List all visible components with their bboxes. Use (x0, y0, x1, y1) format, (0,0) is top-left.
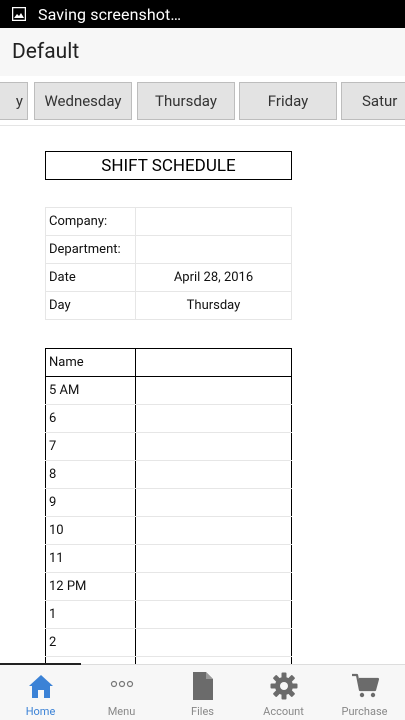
hour-cell[interactable] (135, 488, 292, 517)
hour-cell[interactable] (135, 544, 292, 573)
schedule-title: SHIFT SCHEDULE (45, 151, 292, 180)
table-row: 1 (45, 600, 292, 629)
nav-files[interactable]: Files (162, 665, 243, 720)
bottom-nav: Home Menu Files Account Purchase (0, 663, 405, 720)
status-text: Saving screenshot… (38, 4, 182, 24)
tab-label: Thursday (155, 92, 217, 110)
table-row: 12 PM (45, 572, 292, 601)
table-row: 8 (45, 460, 292, 489)
tab-wednesday[interactable]: Wednesday (34, 82, 132, 120)
status-bar: Saving screenshot… (0, 0, 405, 28)
name-value-header[interactable] (135, 348, 292, 377)
hours-table: Name 5 AM 6 7 8 9 10 11 12 PM 1 2 3 (45, 348, 292, 664)
screenshot-icon (12, 7, 26, 21)
hour-label: 12 PM (45, 572, 136, 601)
table-row: Department: (45, 235, 292, 264)
nav-purchase[interactable]: Purchase (324, 665, 405, 720)
day-value[interactable]: Thursday (135, 291, 292, 320)
hour-cell[interactable] (135, 516, 292, 545)
nav-label: Files (191, 705, 214, 718)
nav-label: Account (263, 705, 304, 718)
schedule-content: SHIFT SCHEDULE Company: Department: Date… (0, 127, 405, 664)
gear-icon (269, 671, 299, 701)
hour-cell[interactable] (135, 628, 292, 657)
company-value[interactable] (135, 207, 292, 236)
nav-label: Home (25, 705, 56, 718)
table-row: Company: (45, 207, 292, 236)
hour-label: 7 (45, 432, 136, 461)
company-label: Company: (45, 207, 136, 236)
nav-label: Menu (107, 705, 136, 718)
date-label: Date (45, 263, 136, 292)
nav-menu[interactable]: Menu (81, 665, 162, 720)
tab-friday[interactable]: Friday (239, 82, 337, 120)
name-header: Name (45, 348, 136, 377)
tab-label: Satur (362, 92, 398, 110)
tab-label: Wednesday (44, 92, 122, 110)
nav-account[interactable]: Account (243, 665, 324, 720)
hour-cell[interactable] (135, 600, 292, 629)
hour-cell[interactable] (135, 460, 292, 489)
hour-cell[interactable] (135, 656, 292, 664)
date-value[interactable]: April 28, 2016 (135, 263, 292, 292)
nav-label: Purchase (341, 705, 388, 718)
day-tabs: y Wednesday Thursday Friday Satur (0, 76, 405, 126)
table-header-row: Name (45, 348, 292, 377)
hour-label: 2 (45, 628, 136, 657)
hour-label: 11 (45, 544, 136, 573)
hour-label: 8 (45, 460, 136, 489)
info-table: Company: Department: Date April 28, 2016… (45, 207, 292, 320)
table-row: 10 (45, 516, 292, 545)
hour-label: 6 (45, 404, 136, 433)
hour-cell[interactable] (135, 572, 292, 601)
day-label: Day (45, 291, 136, 320)
tab-thursday[interactable]: Thursday (137, 82, 235, 120)
table-row: 9 (45, 488, 292, 517)
tab-label: y (15, 92, 23, 110)
app-bar: Default (0, 28, 405, 76)
department-value[interactable] (135, 235, 292, 264)
hour-label: 9 (45, 488, 136, 517)
department-label: Department: (45, 235, 136, 264)
nav-home[interactable]: Home (0, 665, 81, 720)
table-row: 5 AM (45, 376, 292, 405)
table-row: 6 (45, 404, 292, 433)
page-title: Default (12, 40, 80, 64)
tab-tuesday[interactable]: y (0, 82, 28, 120)
hour-label: 1 (45, 600, 136, 629)
table-row: 3 (45, 656, 292, 664)
table-row: 7 (45, 432, 292, 461)
table-row: Date April 28, 2016 (45, 263, 292, 292)
file-icon (188, 671, 218, 701)
more-dots-icon (107, 671, 137, 701)
hour-cell[interactable] (135, 376, 292, 405)
hour-cell[interactable] (135, 404, 292, 433)
table-row: Day Thursday (45, 291, 292, 320)
hour-cell[interactable] (135, 432, 292, 461)
table-row: 2 (45, 628, 292, 657)
home-icon (26, 671, 56, 701)
hour-label: 10 (45, 516, 136, 545)
tab-label: Friday (267, 92, 309, 110)
tab-saturday[interactable]: Satur (341, 82, 405, 120)
hour-label: 5 AM (45, 376, 136, 405)
cart-icon (350, 671, 380, 701)
table-row: 11 (45, 544, 292, 573)
